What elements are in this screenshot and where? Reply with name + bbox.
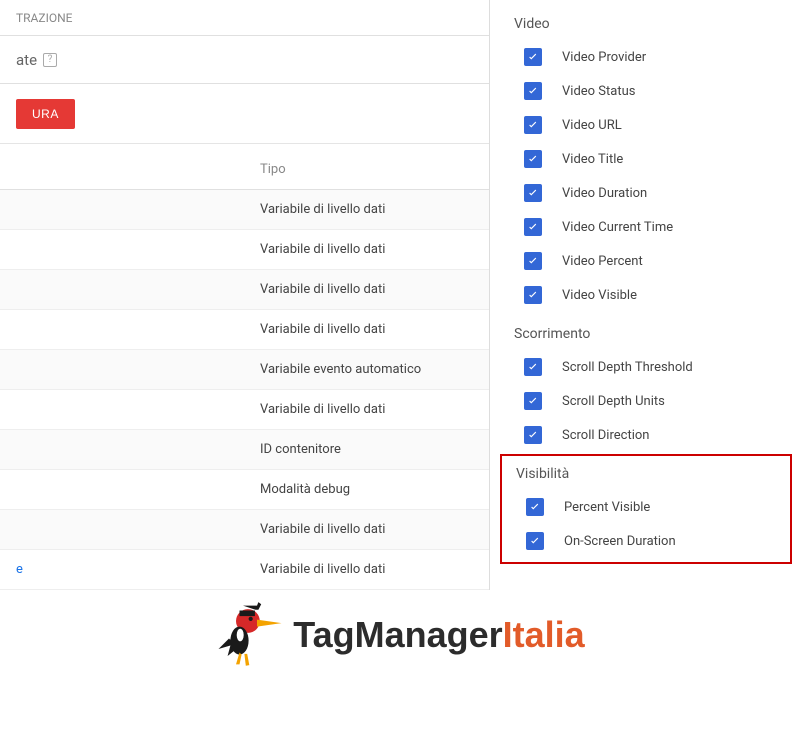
check-label: Video Provider: [562, 50, 646, 65]
check-label: Video Visible: [562, 288, 637, 303]
check-item: Video Percent: [524, 244, 800, 278]
check-item: Video Current Time: [524, 210, 800, 244]
table-row[interactable]: eVariabile di livello dati: [0, 550, 489, 590]
check-label: Scroll Direction: [562, 428, 649, 443]
check-item: Video Title: [524, 142, 800, 176]
logo-part1: TagManager: [293, 614, 502, 655]
checkbox[interactable]: [524, 184, 542, 202]
checkbox[interactable]: [524, 426, 542, 444]
check-label: Video Status: [562, 84, 635, 99]
check-item: Scroll Depth Threshold: [524, 350, 800, 384]
table-row[interactable]: Variabile di livello dati: [0, 190, 489, 230]
check-item: Video Provider: [524, 40, 800, 74]
checkbox[interactable]: [524, 82, 542, 100]
visibility-highlight: Visibilità Percent Visible On-Screen Dura…: [500, 454, 792, 564]
check-label: Video Current Time: [562, 220, 673, 235]
check-item: On-Screen Duration: [526, 524, 784, 558]
checkbox[interactable]: [524, 392, 542, 410]
woodpecker-icon: [215, 600, 285, 670]
top-bar: TRAZIONE: [0, 0, 489, 36]
checkbox[interactable]: [526, 498, 544, 516]
checkbox[interactable]: [524, 218, 542, 236]
sub-bar: ate ?: [0, 36, 489, 84]
table-row[interactable]: Variabile di livello dati: [0, 230, 489, 270]
check-item: Video URL: [524, 108, 800, 142]
check-label: Percent Visible: [564, 500, 650, 515]
check-label: On-Screen Duration: [564, 534, 676, 549]
row-name[interactable]: e: [0, 562, 260, 577]
check-label: Scroll Depth Units: [562, 394, 665, 409]
table-row[interactable]: ID contenitore: [0, 430, 489, 470]
column-header-tipo: Tipo: [0, 144, 489, 190]
logo-text: TagManagerItalia: [293, 614, 584, 656]
table-row[interactable]: Variabile di livello dati: [0, 390, 489, 430]
checkbox[interactable]: [524, 358, 542, 376]
checkbox[interactable]: [524, 286, 542, 304]
section-scroll-title: Scorrimento: [514, 318, 800, 350]
check-item: Scroll Direction: [524, 418, 800, 452]
table-row[interactable]: Variabile evento automatico: [0, 350, 489, 390]
check-item: Video Status: [524, 74, 800, 108]
help-icon[interactable]: ?: [43, 53, 57, 67]
action-row: URA: [0, 84, 489, 144]
row-type: Variabile evento automatico: [260, 362, 489, 377]
section-visibility-title: Visibilità: [514, 458, 784, 490]
configure-button[interactable]: URA: [16, 99, 75, 129]
check-item: Scroll Depth Units: [524, 384, 800, 418]
checkbox[interactable]: [526, 532, 544, 550]
table-row[interactable]: Variabile di livello dati: [0, 510, 489, 550]
row-type: Variabile di livello dati: [260, 202, 489, 217]
checkbox[interactable]: [524, 116, 542, 134]
row-type: Variabile di livello dati: [260, 562, 489, 577]
row-type: Variabile di livello dati: [260, 282, 489, 297]
check-label: Scroll Depth Threshold: [562, 360, 693, 375]
topbar-label: TRAZIONE: [16, 11, 72, 25]
row-type: Variabile di livello dati: [260, 242, 489, 257]
table-row[interactable]: Modalità debug: [0, 470, 489, 510]
left-pane: TRAZIONE ate ? URA Tipo Variabile di liv…: [0, 0, 490, 590]
check-label: Video Percent: [562, 254, 643, 269]
table-row[interactable]: Variabile di livello dati: [0, 310, 489, 350]
check-label: Video URL: [562, 118, 622, 133]
logo-part2: Italia: [503, 614, 585, 655]
footer-logo: TagManagerItalia: [0, 600, 800, 670]
section-video-title: Video: [514, 8, 800, 40]
row-type: Variabile di livello dati: [260, 402, 489, 417]
check-label: Video Title: [562, 152, 623, 167]
row-type: Variabile di livello dati: [260, 522, 489, 537]
table-body: Variabile di livello dati Variabile di li…: [0, 190, 489, 590]
table-row[interactable]: Variabile di livello dati: [0, 270, 489, 310]
row-type: Variabile di livello dati: [260, 322, 489, 337]
subbar-label: ate: [16, 51, 37, 69]
check-item: Percent Visible: [526, 490, 784, 524]
checkbox[interactable]: [524, 48, 542, 66]
row-type: Modalità debug: [260, 482, 489, 497]
check-item: Video Duration: [524, 176, 800, 210]
check-label: Video Duration: [562, 186, 647, 201]
row-type: ID contenitore: [260, 442, 489, 457]
checkbox[interactable]: [524, 150, 542, 168]
checkbox[interactable]: [524, 252, 542, 270]
check-item: Video Visible: [524, 278, 800, 312]
right-pane: Video Video Provider Video Status Video UR…: [490, 0, 800, 590]
